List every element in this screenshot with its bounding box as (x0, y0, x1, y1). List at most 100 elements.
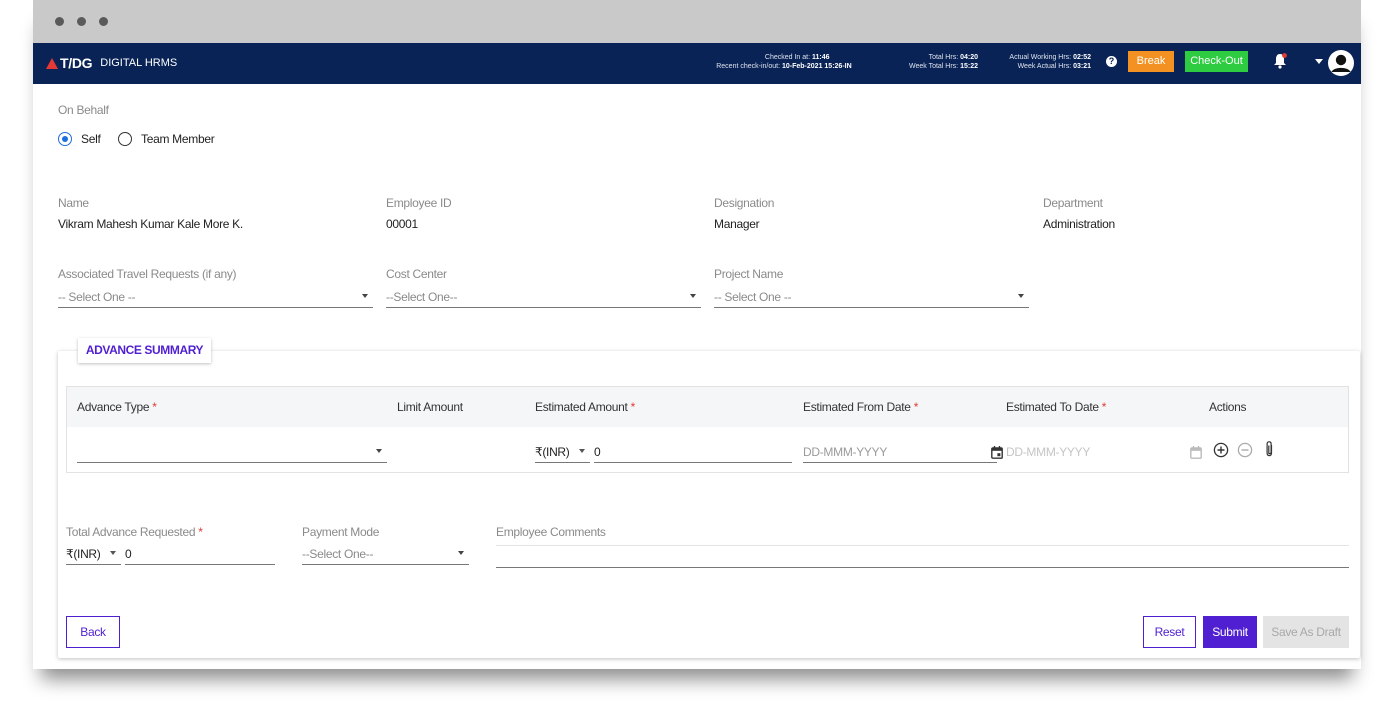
app-name: DIGITAL HRMS (100, 57, 178, 69)
actual-hours-stats: Actual Working Hrs: 02:52 Week Actual Hr… (983, 53, 1091, 71)
back-button[interactable]: Back (66, 616, 120, 648)
hours-stats: Total Hrs: 04:20 Week Total Hrs: 15:22 (883, 53, 978, 71)
user-avatar-icon (1329, 51, 1353, 75)
profile-menu-chevron-icon[interactable] (1315, 59, 1323, 64)
calendar-icon[interactable] (991, 446, 1003, 459)
recent-label: Recent check-in/out: (716, 63, 781, 70)
total-advance-input[interactable]: 0 (125, 545, 275, 565)
checked-in-label: Checked In at: (764, 54, 811, 61)
required-mark: * (198, 525, 203, 539)
actual-working-label: Actual Working Hrs: (1009, 54, 1072, 61)
on-behalf-label: On Behalf (58, 103, 109, 117)
reset-button[interactable]: Reset (1143, 616, 1196, 648)
cost-center-select[interactable]: --Select One-- (386, 288, 701, 308)
attachment-icon[interactable] (1264, 440, 1275, 458)
avatar[interactable] (1328, 50, 1354, 76)
window-dot-close[interactable] (55, 17, 64, 26)
remove-row-icon[interactable] (1237, 442, 1253, 458)
col-to-date-label: Estimated To Date (1006, 400, 1099, 414)
required-mark: * (630, 400, 636, 414)
chevron-down-icon (690, 294, 696, 298)
cost-center-placeholder: --Select One-- (386, 290, 458, 304)
radio-self[interactable] (58, 132, 72, 146)
col-from-date-label: Estimated From Date (803, 400, 911, 414)
advance-table-header: Advance Type * Limit Amount Estimated Am… (67, 387, 1348, 427)
total-hrs-value: 04:20 (960, 54, 978, 61)
chevron-down-icon (376, 449, 382, 453)
checkout-button[interactable]: Check-Out (1185, 51, 1248, 72)
required-mark: * (152, 400, 157, 414)
from-date-input[interactable]: DD-MMM-YYYY (803, 443, 1003, 463)
employee-id-label: Employee ID (386, 196, 452, 210)
chevron-down-icon (362, 294, 368, 298)
chevron-down-icon (1018, 294, 1024, 298)
col-limit-amount: Limit Amount (397, 400, 463, 414)
week-actual-label: Week Actual Hrs: (1017, 63, 1072, 70)
travel-requests-select[interactable]: -- Select One -- (58, 288, 373, 308)
to-date-placeholder: DD-MMM-YYYY (1006, 445, 1091, 459)
currency-value: ₹(INR) (535, 445, 570, 459)
payment-mode-label: Payment Mode (302, 525, 380, 539)
total-hrs-label: Total Hrs: (928, 54, 959, 61)
radio-team-member-label: Team Member (141, 132, 215, 146)
designation-label: Designation (714, 196, 775, 210)
estimated-amount-input[interactable]: 0 (594, 443, 792, 463)
advance-table: Advance Type * Limit Amount Estimated Am… (66, 386, 1349, 473)
to-date-input[interactable]: DD-MMM-YYYY (1006, 443, 1202, 463)
radio-self-label: Self (81, 132, 101, 146)
project-name-placeholder: -- Select One -- (714, 290, 792, 304)
chevron-down-icon (579, 449, 585, 453)
total-advance-label-text: Total Advance Requested (66, 525, 196, 539)
app-window: T/DG DIGITAL HRMS Checked In at: 11:46 R… (33, 0, 1361, 669)
total-advance-label: Total Advance Requested * (66, 525, 203, 539)
window-dot-minimize[interactable] (77, 17, 86, 26)
submit-button[interactable]: Submit (1203, 616, 1257, 648)
add-row-icon[interactable] (1213, 442, 1229, 458)
top-navbar: T/DG DIGITAL HRMS Checked In at: 11:46 R… (33, 43, 1361, 84)
project-name-label: Project Name (714, 267, 784, 281)
break-button[interactable]: Break (1128, 51, 1174, 72)
save-as-draft-button[interactable]: Save As Draft (1263, 616, 1349, 648)
employee-comments-input[interactable] (496, 545, 1349, 568)
name-label: Name (58, 196, 89, 210)
advance-type-select[interactable] (77, 443, 387, 463)
travel-requests-placeholder: -- Select One -- (58, 290, 136, 304)
window-dot-maximize[interactable] (99, 17, 108, 26)
col-advance-type: Advance Type * (77, 400, 157, 414)
week-total-value: 15:22 (960, 63, 978, 70)
help-icon[interactable]: ? (1106, 56, 1117, 67)
currency-select[interactable]: ₹(INR) (535, 443, 590, 463)
advance-summary-tab[interactable]: ADVANCE SUMMARY (78, 338, 211, 363)
required-mark: * (1101, 400, 1107, 414)
payment-mode-select[interactable]: --Select One-- (302, 545, 469, 565)
designation-value: Manager (714, 217, 760, 231)
recent-value: 10-Feb-2021 15:26-IN (782, 63, 852, 70)
bell-icon[interactable] (1273, 53, 1287, 69)
from-date-placeholder: DD-MMM-YYYY (803, 445, 888, 459)
department-value: Administration (1043, 217, 1115, 231)
col-advance-type-label: Advance Type (77, 400, 150, 414)
payment-mode-placeholder: --Select One-- (302, 547, 374, 561)
total-currency-select[interactable]: ₹(INR) (66, 545, 121, 565)
col-actions: Actions (1209, 400, 1247, 414)
project-name-select[interactable]: -- Select One -- (714, 288, 1029, 308)
required-mark: * (913, 400, 919, 414)
employee-comments-label: Employee Comments (496, 525, 606, 539)
cost-center-label: Cost Center (386, 267, 447, 281)
brand-logo[interactable]: T/DG DIGITAL HRMS (46, 55, 177, 71)
department-label: Department (1043, 196, 1103, 210)
brand-name: T/DG (60, 55, 93, 71)
logo-triangle-icon (46, 57, 58, 69)
travel-requests-label: Associated Travel Requests (if any) (58, 267, 237, 281)
col-estimated-amount-label: Estimated Amount (535, 400, 628, 414)
chevron-down-icon (110, 551, 116, 555)
week-total-label: Week Total Hrs: (908, 63, 959, 70)
name-value: Vikram Mahesh Kumar Kale More K. (58, 217, 243, 231)
checkin-stats: Checked In at: 11:46 Recent check-in/out… (673, 53, 870, 71)
week-actual-value: 03:21 (1073, 63, 1091, 70)
radio-team-member[interactable] (118, 132, 132, 146)
col-estimated-amount: Estimated Amount * (535, 400, 635, 414)
total-currency-value: ₹(INR) (66, 547, 101, 561)
calendar-icon[interactable] (1190, 446, 1202, 459)
col-to-date: Estimated To Date * (1006, 400, 1106, 414)
